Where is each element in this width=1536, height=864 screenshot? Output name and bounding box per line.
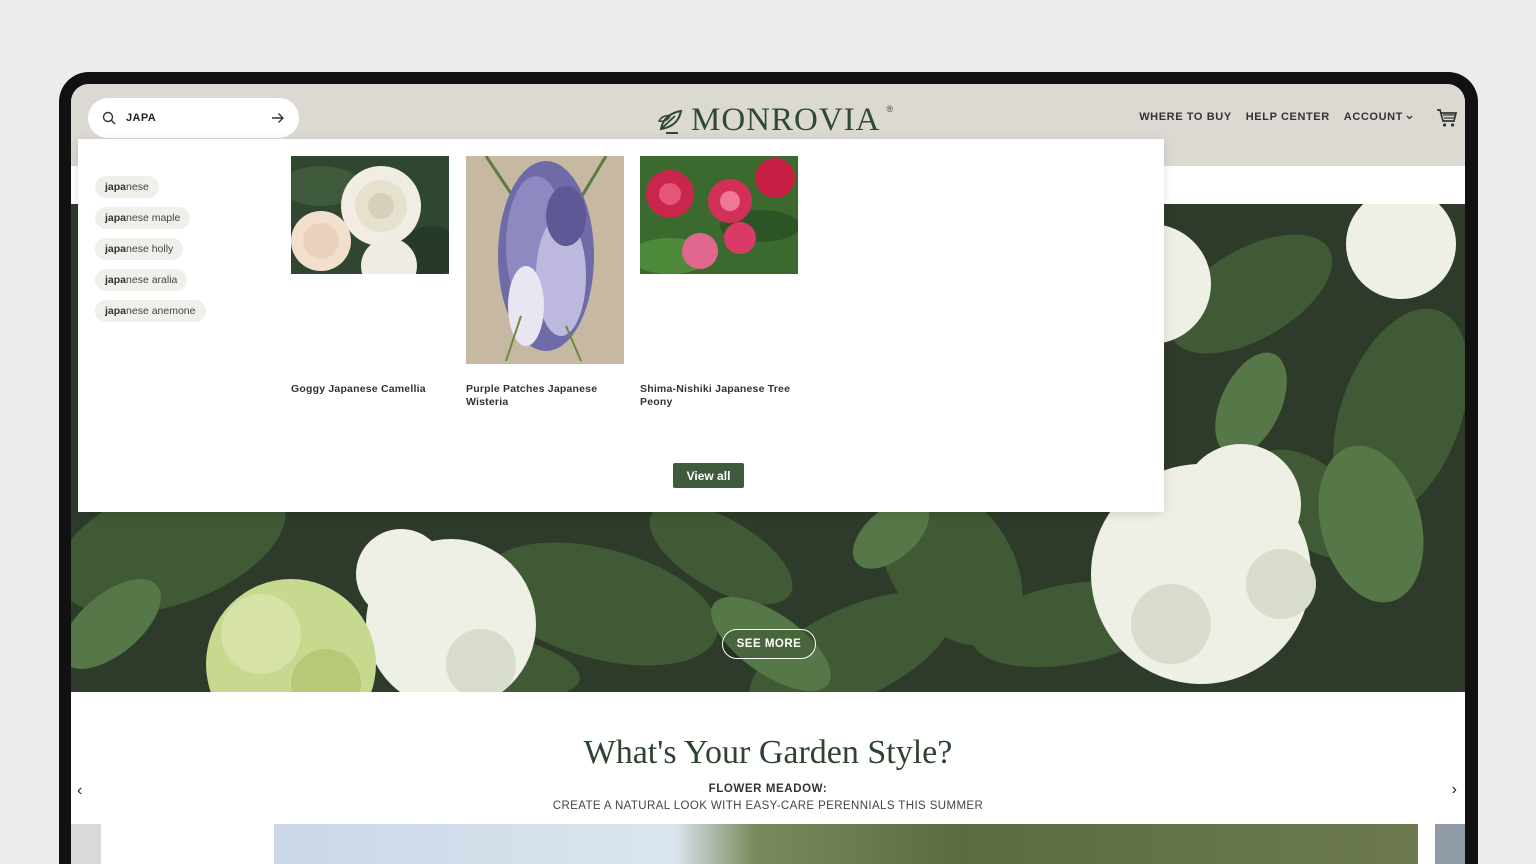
- suggestion-chip[interactable]: japa nese aralia: [95, 269, 188, 291]
- nav-account[interactable]: ACCOUNT: [1344, 111, 1413, 123]
- suggestion-rest: nese anemone: [126, 305, 196, 317]
- header-nav: WHERE TO BUY HELP CENTER ACCOUNT: [1139, 111, 1413, 123]
- product-card[interactable]: Shima-Nishiki Japanese Tree Peony: [630, 156, 800, 408]
- leaf-logo-icon: [657, 109, 683, 134]
- flower-meadow-image: [274, 824, 1418, 864]
- peony-image: [630, 156, 800, 274]
- registered-mark: ®: [886, 103, 894, 114]
- carousel-prev-icon[interactable]: ‹: [77, 782, 82, 800]
- suggestion-list: japa nese japa nese maple japa nese holly j…: [95, 176, 206, 322]
- search-query[interactable]: JAPA: [126, 112, 271, 124]
- arrow-right-icon[interactable]: [271, 112, 285, 124]
- product-name[interactable]: Purple Patches Japanese Wisteria: [466, 383, 624, 409]
- suggestion-rest: nese aralia: [126, 274, 178, 286]
- camellia-image: [281, 156, 461, 294]
- browser-screen: MONROVIA ® WHERE TO BUY HELP CENTER ACCO…: [71, 84, 1465, 864]
- suggestion-chip[interactable]: japa nese holly: [95, 238, 184, 260]
- carousel-slide-prev: [71, 824, 101, 864]
- suggestion-rest: nese maple: [126, 212, 181, 224]
- search-input[interactable]: JAPA: [88, 98, 299, 138]
- cart-icon[interactable]: [1436, 108, 1458, 128]
- carousel-slide-next: [1435, 824, 1465, 864]
- suggestion-match: japa: [105, 181, 127, 193]
- nav-where-to-buy[interactable]: WHERE TO BUY: [1139, 111, 1232, 123]
- suggestion-chip[interactable]: japa nese maple: [95, 207, 191, 229]
- monrovia-logo[interactable]: MONROVIA ®: [657, 102, 893, 139]
- nav-help-center[interactable]: HELP CENTER: [1246, 111, 1330, 123]
- product-card[interactable]: Goggy Japanese Camellia: [281, 156, 461, 395]
- product-card[interactable]: Purple Patches Japanese Wisteria: [466, 155, 624, 408]
- suggestion-match: japa: [105, 305, 127, 317]
- carousel-next-icon[interactable]: ›: [1452, 781, 1457, 799]
- section-subtitle: FLOWER MEADOW:: [708, 783, 828, 795]
- product-name[interactable]: Shima-Nishiki Japanese Tree Peony: [640, 383, 798, 409]
- section-title: What's Your Garden Style?: [583, 734, 953, 771]
- section-description: CREATE A NATURAL LOOK WITH EASY-CARE PER…: [552, 800, 984, 812]
- chevron-down-icon: [1406, 115, 1413, 119]
- suggestion-chip[interactable]: japa nese anemone: [95, 300, 206, 322]
- suggestion-rest: nese: [126, 181, 149, 193]
- suggestion-match: japa: [105, 212, 127, 224]
- search-icon: [102, 111, 116, 125]
- suggestion-match: japa: [105, 243, 127, 255]
- logo-wordmark: MONROVIA: [691, 102, 881, 138]
- product-name[interactable]: Goggy Japanese Camellia: [291, 383, 449, 396]
- nav-account-label: ACCOUNT: [1343, 111, 1403, 123]
- suggestion-match: japa: [105, 274, 127, 286]
- see-more-button[interactable]: SEE MORE: [722, 629, 816, 659]
- search-suggestions-dropdown: japa nese japa nese maple japa nese holly j…: [78, 139, 1164, 512]
- wisteria-image: [466, 155, 624, 364]
- view-all-button[interactable]: View all: [673, 463, 744, 488]
- suggestion-chip[interactable]: japa nese: [95, 176, 159, 198]
- suggestion-rest: nese holly: [126, 243, 174, 255]
